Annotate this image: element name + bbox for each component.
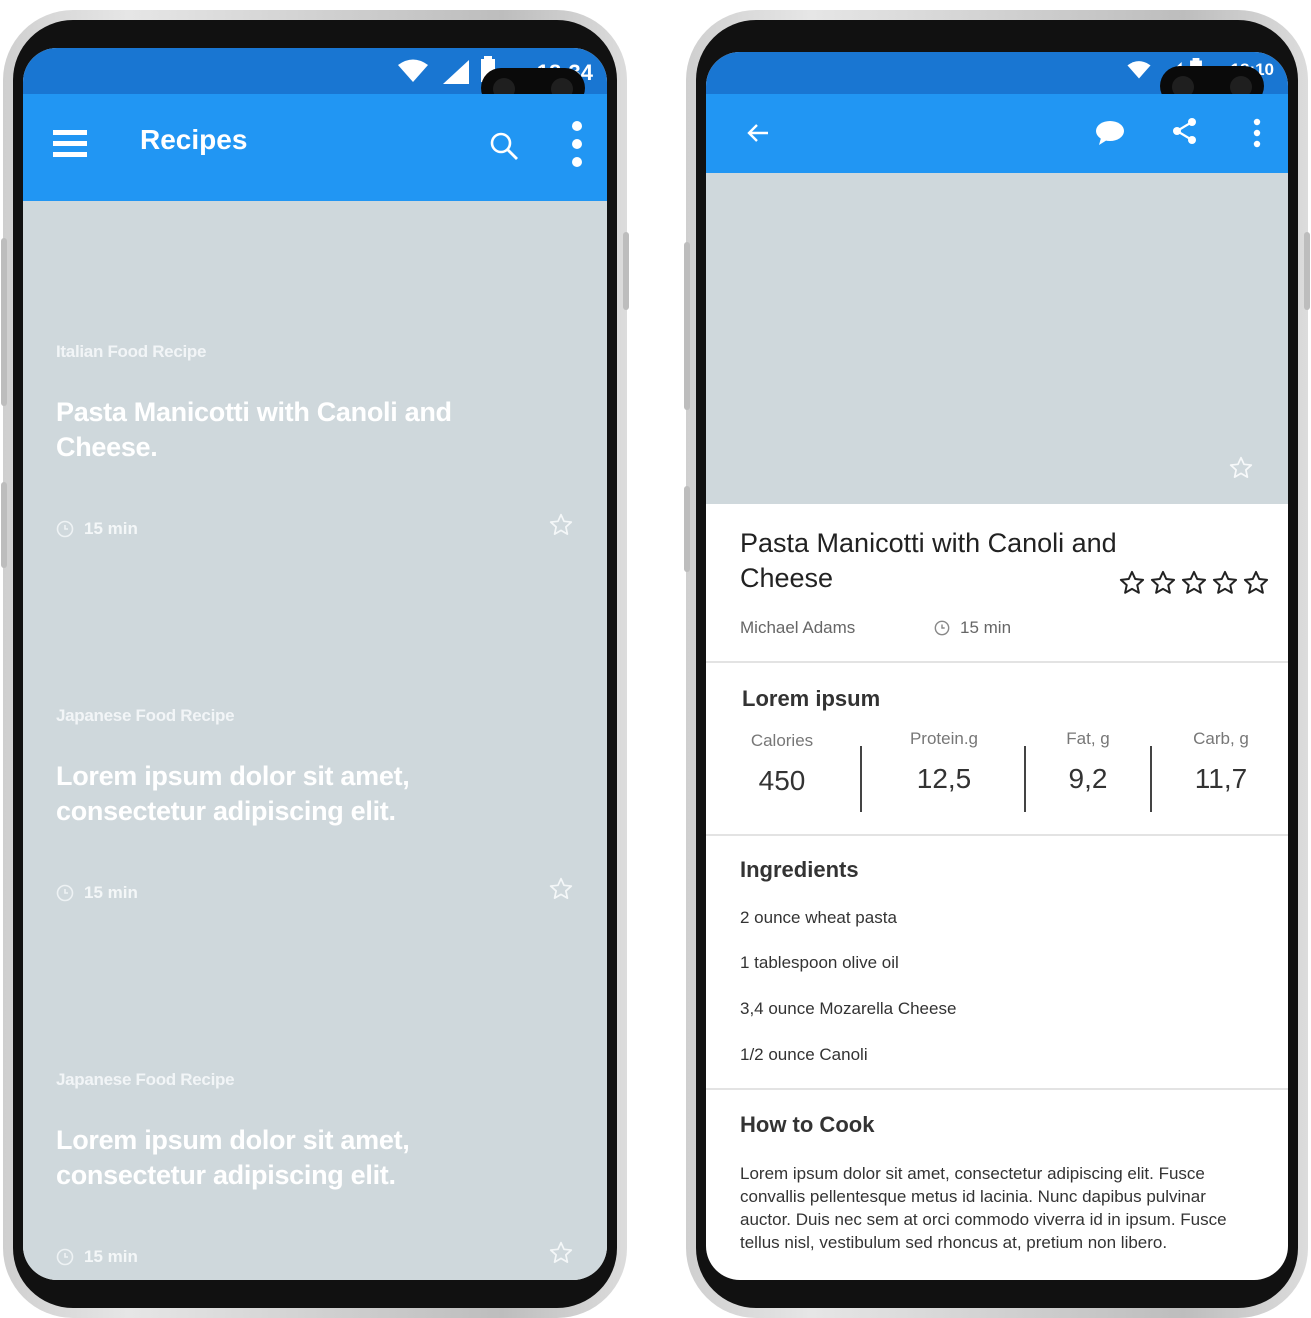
recipes-list-screen: 18:34 Recipes Italian Food Recipe Pasta … — [23, 48, 607, 1280]
phone-frame-right: 18:10 — [684, 10, 1310, 1318]
nutrition-item-carb: Carb, g 11,7 — [1186, 729, 1256, 795]
nutrition-item-protein: Protein.g 12,5 — [898, 729, 990, 795]
nutrition-item-calories: Calories 450 — [746, 731, 818, 797]
nutrition-value: 450 — [758, 765, 806, 796]
recipe-time-label: 15 min — [84, 519, 138, 538]
recipe-title: Lorem ipsum dolor sit amet, consectetur … — [56, 761, 410, 826]
recipe-card[interactable]: Japanese Food Recipe Lorem ipsum dolor s… — [23, 565, 607, 930]
divider — [706, 1088, 1288, 1090]
app-bar: Recipes — [23, 94, 607, 201]
how-to-cook-heading: How to Cook — [740, 1112, 875, 1137]
clock-icon — [56, 520, 74, 538]
recipe-hero-image — [706, 173, 1288, 504]
favorite-star-icon[interactable] — [548, 876, 574, 902]
recipe-category: Japanese Food Recipe — [56, 706, 235, 725]
rating-stars[interactable] — [1118, 569, 1270, 597]
recipe-time-label: 15 min — [84, 1247, 138, 1266]
recipe-detail-screen: 18:10 — [706, 52, 1288, 1280]
more-vert-icon[interactable] — [571, 120, 583, 170]
clock-icon — [56, 1248, 74, 1266]
nutrition-value: 11,7 — [1194, 763, 1248, 794]
recipe-time-label: 15 min — [960, 618, 1012, 637]
recipe-author: Michael Adams — [740, 618, 856, 637]
power-button — [1304, 232, 1310, 310]
nutrition-value: 12,5 — [916, 763, 972, 794]
rating-star-icon[interactable] — [1149, 569, 1177, 597]
app-bar — [706, 94, 1288, 173]
nutrition-heading: Lorem ipsum — [742, 686, 881, 711]
phone-bezel: 18:34 Recipes Italian Food Recipe Pasta … — [13, 20, 617, 1308]
rating-star-icon[interactable] — [1242, 569, 1270, 597]
nutrition-label: Protein.g — [909, 729, 979, 748]
share-icon[interactable] — [1172, 118, 1198, 144]
arrow-back-icon[interactable] — [746, 122, 770, 144]
recipe-card[interactable]: Japanese Food Recipe Lorem ipsum dolor s… — [23, 929, 607, 1280]
bixby-button — [684, 486, 690, 572]
volume-button — [684, 242, 690, 410]
rating-star-icon[interactable] — [1180, 569, 1208, 597]
nutrition-label: Calories — [750, 731, 814, 750]
wifi-icon — [1126, 60, 1152, 80]
how-to-cook-text: Lorem ipsum dolor sit amet, consectetur … — [740, 1164, 1227, 1252]
phone-frame-left: 18:34 Recipes Italian Food Recipe Pasta … — [1, 10, 629, 1318]
favorite-star-icon[interactable] — [548, 1240, 574, 1266]
favorite-star-icon[interactable] — [1228, 455, 1254, 481]
recipe-title: Lorem ipsum dolor sit amet, consectetur … — [56, 1125, 410, 1190]
phone-bezel: 18:10 — [696, 20, 1298, 1308]
ingredient-item: 2 ounce wheat pasta — [740, 908, 897, 927]
nutrition-label: Carb, g — [1193, 729, 1249, 748]
recipe-time: 15 min — [934, 618, 1011, 638]
menu-icon[interactable] — [53, 128, 87, 160]
recipe-title: Pasta Manicotti with Canoli and Cheese. — [56, 397, 452, 462]
volume-button — [1, 238, 7, 406]
recipe-time: 15 min — [56, 519, 138, 539]
recipe-time: 15 min — [56, 1247, 138, 1267]
divider — [860, 746, 862, 812]
recipe-time: 15 min — [56, 883, 138, 903]
page-title: Recipes — [140, 124, 248, 155]
recipe-title: Pasta Manicotti with Canoli and Cheese — [740, 528, 1117, 593]
clock-icon — [56, 884, 74, 902]
rating-star-icon[interactable] — [1211, 569, 1239, 597]
ingredient-item: 1 tablespoon olive oil — [740, 953, 899, 972]
rating-star-icon[interactable] — [1118, 569, 1146, 597]
divider — [1024, 746, 1026, 812]
nutrition-item-fat: Fat, g 9,2 — [1056, 729, 1120, 795]
divider — [1150, 746, 1152, 812]
ingredient-item: 1/2 ounce Canoli — [740, 1045, 868, 1064]
power-button — [623, 232, 629, 310]
divider — [706, 661, 1288, 663]
recipe-category: Italian Food Recipe — [56, 342, 207, 361]
chat-icon[interactable] — [1095, 120, 1125, 146]
bixby-button — [1, 482, 7, 568]
nutrition-label: Fat, g — [1066, 729, 1110, 748]
ingredients-heading: Ingredients — [740, 857, 859, 882]
recipe-category: Japanese Food Recipe — [56, 1070, 235, 1089]
search-icon[interactable] — [489, 131, 519, 161]
wifi-icon — [397, 58, 429, 84]
more-vert-icon[interactable] — [1253, 118, 1261, 148]
divider — [706, 834, 1288, 836]
nutrition-value: 9,2 — [1068, 763, 1108, 794]
ingredient-item: 3,4 ounce Mozarella Cheese — [740, 999, 957, 1018]
signal-icon — [443, 60, 469, 84]
recipe-time-label: 15 min — [84, 883, 138, 902]
clock-icon — [934, 620, 950, 636]
favorite-star-icon[interactable] — [548, 512, 574, 538]
recipe-card[interactable]: Italian Food Recipe Pasta Manicotti with… — [23, 201, 607, 566]
